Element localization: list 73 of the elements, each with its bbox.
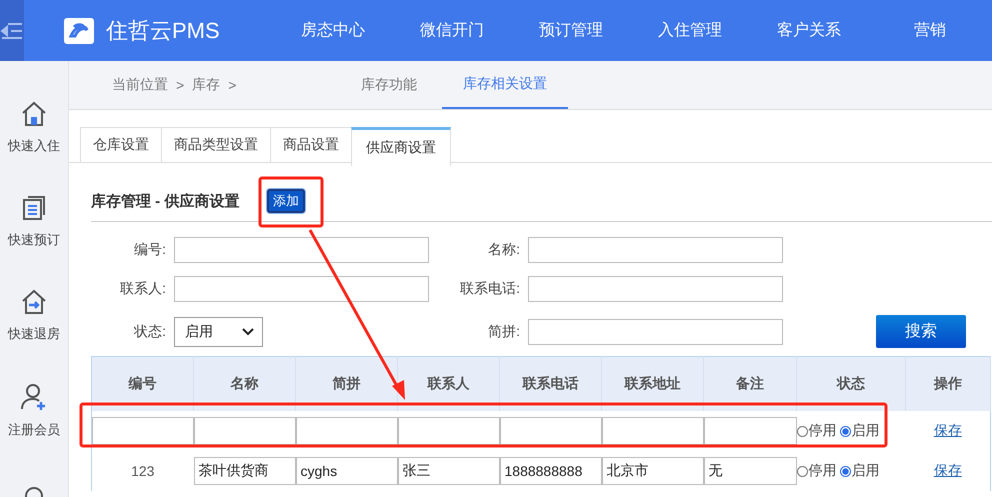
status-dropdown[interactable]: 启用 xyxy=(174,316,263,346)
user-add-icon xyxy=(20,383,48,411)
status-radio[interactable]: 启用 xyxy=(840,422,880,440)
cell-input[interactable] xyxy=(500,417,602,445)
menu-icon xyxy=(0,20,24,40)
nav-item[interactable]: 营销 xyxy=(914,20,992,41)
nav-item[interactable]: 微信开门 xyxy=(420,20,539,41)
sub-tab[interactable]: 库存功能 xyxy=(340,61,438,109)
cell-input[interactable]: 北京市 xyxy=(602,457,704,485)
column-header: 状态 xyxy=(796,356,906,411)
status-radio[interactable]: 启用 xyxy=(840,462,880,480)
cell-input[interactable]: cyghs xyxy=(296,457,398,485)
cell-input[interactable]: 茶叶供货商 xyxy=(194,457,296,485)
input-field[interactable] xyxy=(174,237,429,263)
sidebar-item[interactable]: 快速入住 xyxy=(8,101,60,173)
highlight-frame xyxy=(258,176,324,228)
menu-toggle[interactable] xyxy=(0,0,24,61)
add-button[interactable]: 添加 xyxy=(267,189,305,213)
cell-input[interactable]: 张三 xyxy=(398,457,500,485)
cell-input[interactable] xyxy=(602,417,704,445)
status-radio[interactable]: 停用 xyxy=(796,462,836,480)
section-title: 库存管理 - 供应商设置 xyxy=(91,192,240,210)
column-header: 简拼 xyxy=(296,356,398,411)
breadcrumb-item: 当前位置 xyxy=(112,76,168,94)
breadcrumb-item: 库存 xyxy=(192,76,220,94)
cell-input[interactable] xyxy=(296,417,398,445)
input-field[interactable] xyxy=(528,237,783,263)
breadcrumb-item: > xyxy=(176,77,184,93)
field-label: 简拼: xyxy=(487,322,520,340)
app-title: 住哲云PMS xyxy=(106,16,220,44)
status-radio[interactable]: 停用 xyxy=(796,422,836,440)
sidebar-item[interactable] xyxy=(23,485,45,497)
sidebar-item[interactable]: 快速退房 xyxy=(8,289,60,361)
sidebar-item[interactable]: 快速预订 xyxy=(8,195,60,267)
save-link[interactable]: 保存 xyxy=(934,422,962,438)
field-label: 名称: xyxy=(487,241,520,259)
input-field[interactable] xyxy=(528,276,783,302)
document-icon xyxy=(22,195,46,221)
search-button[interactable]: 搜索 xyxy=(876,315,966,348)
column-header: 操作 xyxy=(906,356,990,411)
cell-input[interactable]: 无 xyxy=(704,457,796,485)
tab[interactable]: 仓库设置 xyxy=(80,127,162,162)
input-field[interactable] xyxy=(174,276,429,302)
field-label: 联系电话: xyxy=(459,280,520,298)
table-cell: 123 xyxy=(131,463,154,479)
cell-input[interactable] xyxy=(398,417,500,445)
nav-item[interactable]: 客户关系 xyxy=(777,20,896,41)
sidebar-item[interactable]: 注册会员 xyxy=(8,383,60,455)
input-field[interactable] xyxy=(528,318,783,344)
nav-item[interactable]: 入住管理 xyxy=(658,20,777,41)
column-header: 联系电话 xyxy=(500,356,602,411)
field-label: 状态: xyxy=(133,322,166,340)
field-label: 编号: xyxy=(133,241,166,259)
column-header: 编号 xyxy=(92,356,194,411)
field-label: 联系人: xyxy=(119,280,166,298)
cell-input[interactable] xyxy=(194,417,296,445)
sub-tab[interactable]: 库存相关设置 xyxy=(442,61,568,109)
cell-input[interactable] xyxy=(92,417,194,445)
tab[interactable]: 供应商设置 xyxy=(351,127,451,166)
nav-item[interactable]: 预订管理 xyxy=(539,20,658,41)
cell-input[interactable]: 1888888888 xyxy=(500,457,602,485)
chevron-icon xyxy=(242,328,254,336)
search-icon xyxy=(23,485,45,497)
column-header: 联系人 xyxy=(398,356,500,411)
nav-item[interactable]: 房态中心 xyxy=(301,20,420,41)
cell-input[interactable] xyxy=(704,417,796,445)
column-header: 名称 xyxy=(194,356,296,411)
column-header: 联系地址 xyxy=(602,356,704,411)
column-header: 备注 xyxy=(704,356,796,411)
house-arrow-icon xyxy=(20,289,48,315)
save-link[interactable]: 保存 xyxy=(934,462,962,478)
house-icon xyxy=(20,101,48,127)
breadcrumb-item: > xyxy=(228,77,236,93)
